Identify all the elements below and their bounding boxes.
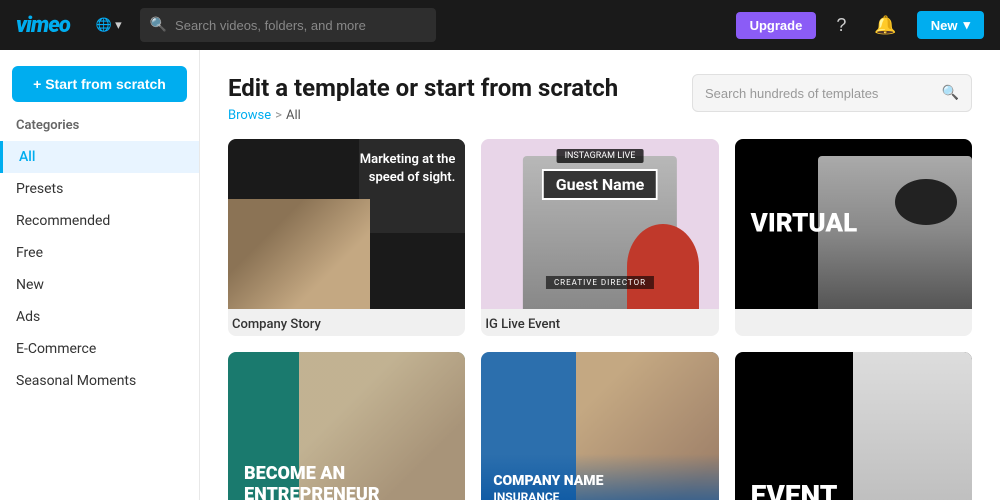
template-card-company-name[interactable]: Company Name INSURANCE: [481, 352, 718, 500]
template-thumbnail-company-story: Marketing at thespeed of sight.: [228, 139, 465, 309]
template-label-virtual-event: [735, 309, 972, 321]
sidebar-item-seasonal[interactable]: Seasonal Moments: [0, 365, 199, 397]
globe-language-button[interactable]: 🌐 ▾: [90, 13, 128, 37]
breadcrumb-current: All: [286, 108, 301, 123]
sidebar-item-recommended[interactable]: Recommended: [0, 205, 199, 237]
template-thumbnail-ig-live: INSTAGRAM LIVE Guest Name CREATIVE DIREC…: [481, 139, 718, 309]
sidebar-item-presets[interactable]: Presets: [0, 173, 199, 205]
global-search-input[interactable]: [175, 18, 426, 33]
template-search-bar: 🔍: [692, 74, 972, 112]
new-chevron-icon: ▾: [963, 17, 970, 33]
start-from-scratch-button[interactable]: + Start from scratch: [12, 66, 187, 102]
template-search-icon: 🔍: [942, 85, 959, 101]
ig-live-role: CREATIVE DIRECTOR: [546, 276, 654, 289]
categories-label: Categories: [0, 118, 199, 141]
virtual-event-text: VIRTUAL: [751, 210, 858, 239]
template-card-company-story[interactable]: Marketing at thespeed of sight. Company …: [228, 139, 465, 336]
sidebar-item-all[interactable]: All: [0, 141, 199, 173]
template-card-event[interactable]: EVENT: [735, 352, 972, 500]
template-card-entrepreneur[interactable]: BECOME ANENTREPRENEUR: [228, 352, 465, 500]
new-button[interactable]: New ▾: [917, 11, 984, 39]
sidebar-item-free[interactable]: Free: [0, 237, 199, 269]
global-search-bar: 🔍: [140, 8, 436, 42]
company-name-text: Company Name INSURANCE: [493, 472, 603, 500]
template-thumbnail-event: EVENT: [735, 352, 972, 500]
globe-icon: 🌐: [96, 17, 112, 33]
page-title: Edit a template or start from scratch: [228, 74, 618, 102]
entrepreneur-text: BECOME ANENTREPRENEUR: [244, 463, 380, 500]
vimeo-logo: vimeo: [16, 13, 70, 38]
template-label-company-story: Company Story: [228, 309, 465, 336]
template-thumbnail-virtual-event: VIRTUAL: [735, 139, 972, 309]
breadcrumb-browse-link[interactable]: Browse: [228, 108, 271, 123]
search-icon: 🔍: [150, 17, 167, 33]
main-header: Edit a template or start from scratch Br…: [228, 74, 972, 123]
sidebar-item-new[interactable]: New: [0, 269, 199, 301]
breadcrumb: Browse > All: [228, 108, 618, 123]
sidebar-item-ads[interactable]: Ads: [0, 301, 199, 333]
template-card-virtual-event[interactable]: VIRTUAL: [735, 139, 972, 336]
sidebar-item-ecommerce[interactable]: E-Commerce: [0, 333, 199, 365]
main-content: Edit a template or start from scratch Br…: [200, 50, 1000, 500]
template-thumbnail-entrepreneur: BECOME ANENTREPRENEUR: [228, 352, 465, 500]
globe-chevron: ▾: [115, 17, 122, 33]
event-text: EVENT: [751, 479, 838, 500]
sidebar: + Start from scratch Categories All Pres…: [0, 50, 200, 500]
template-label-ig-live: IG Live Event: [481, 309, 718, 336]
notifications-button[interactable]: 🔔: [866, 11, 904, 40]
help-button[interactable]: ?: [828, 11, 854, 40]
template-card-ig-live[interactable]: INSTAGRAM LIVE Guest Name CREATIVE DIREC…: [481, 139, 718, 336]
main-header-left: Edit a template or start from scratch Br…: [228, 74, 618, 123]
template-search-input[interactable]: [705, 86, 934, 101]
breadcrumb-separator: >: [275, 108, 282, 123]
ig-live-guest-name: Guest Name: [542, 169, 658, 200]
template-grid: Marketing at thespeed of sight. Company …: [228, 139, 972, 500]
new-label: New: [931, 18, 958, 33]
top-navbar: vimeo 🌐 ▾ 🔍 Upgrade ? 🔔 New ▾: [0, 0, 1000, 50]
upgrade-button[interactable]: Upgrade: [736, 12, 817, 39]
main-layout: + Start from scratch Categories All Pres…: [0, 50, 1000, 500]
template-thumbnail-company-name: Company Name INSURANCE: [481, 352, 718, 500]
ig-live-overlay-top: INSTAGRAM LIVE: [557, 149, 644, 163]
